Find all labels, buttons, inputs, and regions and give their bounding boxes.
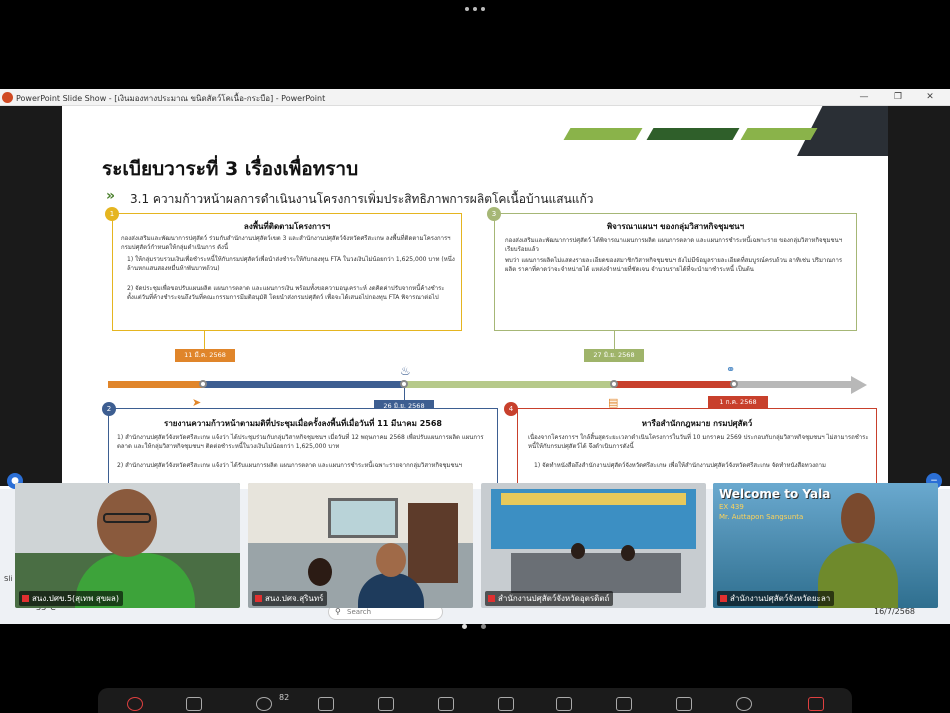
more-icon[interactable] <box>736 697 752 711</box>
react-icon[interactable] <box>378 697 394 711</box>
connector <box>404 388 405 400</box>
chevron-right-icon: » <box>106 188 116 204</box>
timeline-segment <box>404 381 614 388</box>
box-4-title: หารือสำนักกฎหมาย กรมปศุสัตว์ <box>641 419 753 428</box>
mic-muted-icon <box>22 595 29 602</box>
tile-banner-sub1: EX 439 <box>719 503 744 511</box>
flame-icon: ♨ <box>400 364 411 378</box>
captions-icon[interactable] <box>556 697 572 711</box>
mic-muted-icon <box>720 595 727 602</box>
glasses-icon <box>103 513 151 523</box>
close-icon[interactable]: ✕ <box>924 91 936 103</box>
page-indicator[interactable] <box>462 624 486 630</box>
box-4: หารือสำนักกฎหมาย กรมปศุสัตว์ เนื่องจากโค… <box>517 408 877 486</box>
person-head <box>308 558 332 586</box>
chat-icon[interactable] <box>318 697 334 711</box>
tile-4-label: สำนักงานปศุสัตว์จังหวัดยะลา <box>717 591 835 606</box>
box-1: ลงพื้นที่ติดตามโครงการฯ กองส่งเสริมและพั… <box>112 213 462 331</box>
box-4-text-1: เนื่องจากโครงการฯ ใกล้สิ้นสุดระยะเวลาดำเ… <box>528 434 869 450</box>
slide: ระเบียบวาระที่ 3 เรื่องเพื่อทราบ » 3.1 ค… <box>62 106 888 486</box>
search-icon: ⚲ <box>335 607 341 616</box>
timeline-segment <box>734 381 854 388</box>
shelf <box>408 503 458 583</box>
banner-text-strip <box>501 493 686 505</box>
badge-4: 4 <box>504 402 518 416</box>
timeline-dot <box>730 380 738 388</box>
box-3: พิจารณาแผนฯ ของกลุ่มวิสาหกิจชุมชนฯ กองส่… <box>494 213 857 331</box>
mic-muted-icon <box>488 595 495 602</box>
taskbar-app-stub: Sli <box>4 575 13 583</box>
box-1-item-1: 1) ให้กลุ่มรวบรวมเงินเพื่อชำระหนี้ให้กับ… <box>127 256 455 272</box>
timeline-segment <box>108 381 204 388</box>
timeline-arrow-icon <box>851 376 867 394</box>
apps-icon[interactable] <box>498 697 514 711</box>
view-icon[interactable] <box>616 697 632 711</box>
person-head <box>841 493 875 543</box>
box-1-title: ลงพื้นที่ติดตามโครงการฯ <box>243 222 331 231</box>
camera-icon[interactable] <box>186 697 202 711</box>
person-head <box>97 489 157 557</box>
box-1-item-2: 2) จัดประชุมเพื่อขอปรับแผนผลิต แผนการตลา… <box>127 285 445 301</box>
mic-icon[interactable] <box>127 697 143 711</box>
tile-1-label: สนง.ปศข.5(สุเทพ สุขผล) <box>19 591 123 606</box>
window-frame <box>328 498 398 538</box>
box-3-text-1: กองส่งเสริมและพัฒนาการปศุสัตว์ ได้พิจารณ… <box>505 237 843 253</box>
box-3-text-2: พบว่า แผนการผลิตไม่แสดงรายละเอียดของสมาช… <box>505 257 843 273</box>
tile-3-label: สำนักงานปศุสัตว์จังหวัดอุตรดิตถ์ <box>485 591 614 606</box>
timeline-segment <box>204 381 404 388</box>
powerpoint-app-icon <box>2 92 13 103</box>
restore-icon[interactable]: ❐ <box>892 91 904 103</box>
video-tile-4[interactable]: Welcome to Yala EX 439 Mr. Auttapon Sang… <box>713 483 938 608</box>
header-stripe <box>740 128 818 140</box>
title-bar: PowerPoint Slide Show - [เงินมองทางประมา… <box>0 89 950 106</box>
box-2-text-2: 2) สำนักงานปศุสัตว์จังหวัดศรีสะเกษ แจ้งว… <box>117 462 463 469</box>
tile-2-label: สนง.ปศจ.สุรินทร์ <box>252 591 328 606</box>
meeting-table <box>511 553 681 593</box>
slide-title: ระเบียบวาระที่ 3 เรื่องเพื่อทราบ <box>102 158 359 180</box>
tile-banner: Welcome to Yala <box>719 487 831 501</box>
badge-3: 3 <box>487 207 501 221</box>
search-placeholder: Search <box>347 608 372 616</box>
box-2: รายงานความก้าวหน้าตามมติที่ประชุมเมื่อคร… <box>108 408 498 486</box>
person-head <box>376 543 406 577</box>
more-options-dots[interactable] <box>465 7 485 13</box>
badge-2: 2 <box>102 402 116 416</box>
timeline-dot <box>610 380 618 388</box>
slide-gutter-right <box>888 106 950 486</box>
timeline-dot <box>400 380 408 388</box>
timeline-segment <box>614 381 734 388</box>
link-icon: ⚭ <box>726 363 736 376</box>
slide-subtitle: 3.1 ความก้าวหน้าผลการดำเนินงานโครงการเพิ… <box>130 192 594 206</box>
date-tag-3: 27 มิ.ย. 2568 <box>584 349 644 362</box>
participants-icon[interactable] <box>256 697 272 711</box>
leave-icon[interactable] <box>808 697 824 711</box>
box-2-title: รายงานความก้าวหน้าตามมติที่ประชุมเมื่อคร… <box>164 419 442 428</box>
minimize-icon[interactable]: — <box>858 91 870 103</box>
timeline-dot <box>199 380 207 388</box>
box-3-title: พิจารณาแผนฯ ของกลุ่มวิสาหกิจชุมชนฯ <box>606 222 745 231</box>
person-head <box>621 545 635 561</box>
box-2-text-1: 1) สำนักงานปศุสัตว์จังหวัดศรีสะเกษ แจ้งว… <box>117 434 484 450</box>
window-title: PowerPoint Slide Show - [เงินมองทางประมา… <box>16 94 326 103</box>
screen: PowerPoint Slide Show - [เงินมองทางประมา… <box>0 0 950 713</box>
slide-gutter-left <box>0 106 62 486</box>
participant-count: 82 <box>279 693 290 702</box>
date-tag-1: 11 มี.ค. 2568 <box>175 349 235 362</box>
mic-muted-icon <box>255 595 262 602</box>
video-tile-1[interactable]: สนง.ปศข.5(สุเทพ สุขผล) <box>15 483 240 608</box>
connector <box>614 331 615 349</box>
taskbar-date: 16/7/2568 <box>874 607 916 616</box>
tile-banner-sub2: Mr. Auttapon Sangsunta <box>719 513 804 521</box>
share-icon[interactable] <box>438 697 454 711</box>
box-1-text: กองส่งเสริมและพัฒนาการปศุสัตว์ ร่วมกับสำ… <box>121 235 451 251</box>
header-stripe <box>646 128 740 140</box>
person-head <box>571 543 585 559</box>
header-stripe <box>563 128 643 140</box>
box-4-text-2: 1) จัดทำหนังสือถึงสำนักงานปศุสัตว์จังหวั… <box>534 462 826 469</box>
badge-1: 1 <box>105 207 119 221</box>
video-tile-3[interactable]: สำนักงานปศุสัตว์จังหวัดอุตรดิตถ์ <box>481 483 706 608</box>
connector <box>204 331 205 349</box>
notes-icon[interactable] <box>676 697 692 711</box>
video-tile-2[interactable]: สนง.ปศจ.สุรินทร์ <box>248 483 473 608</box>
